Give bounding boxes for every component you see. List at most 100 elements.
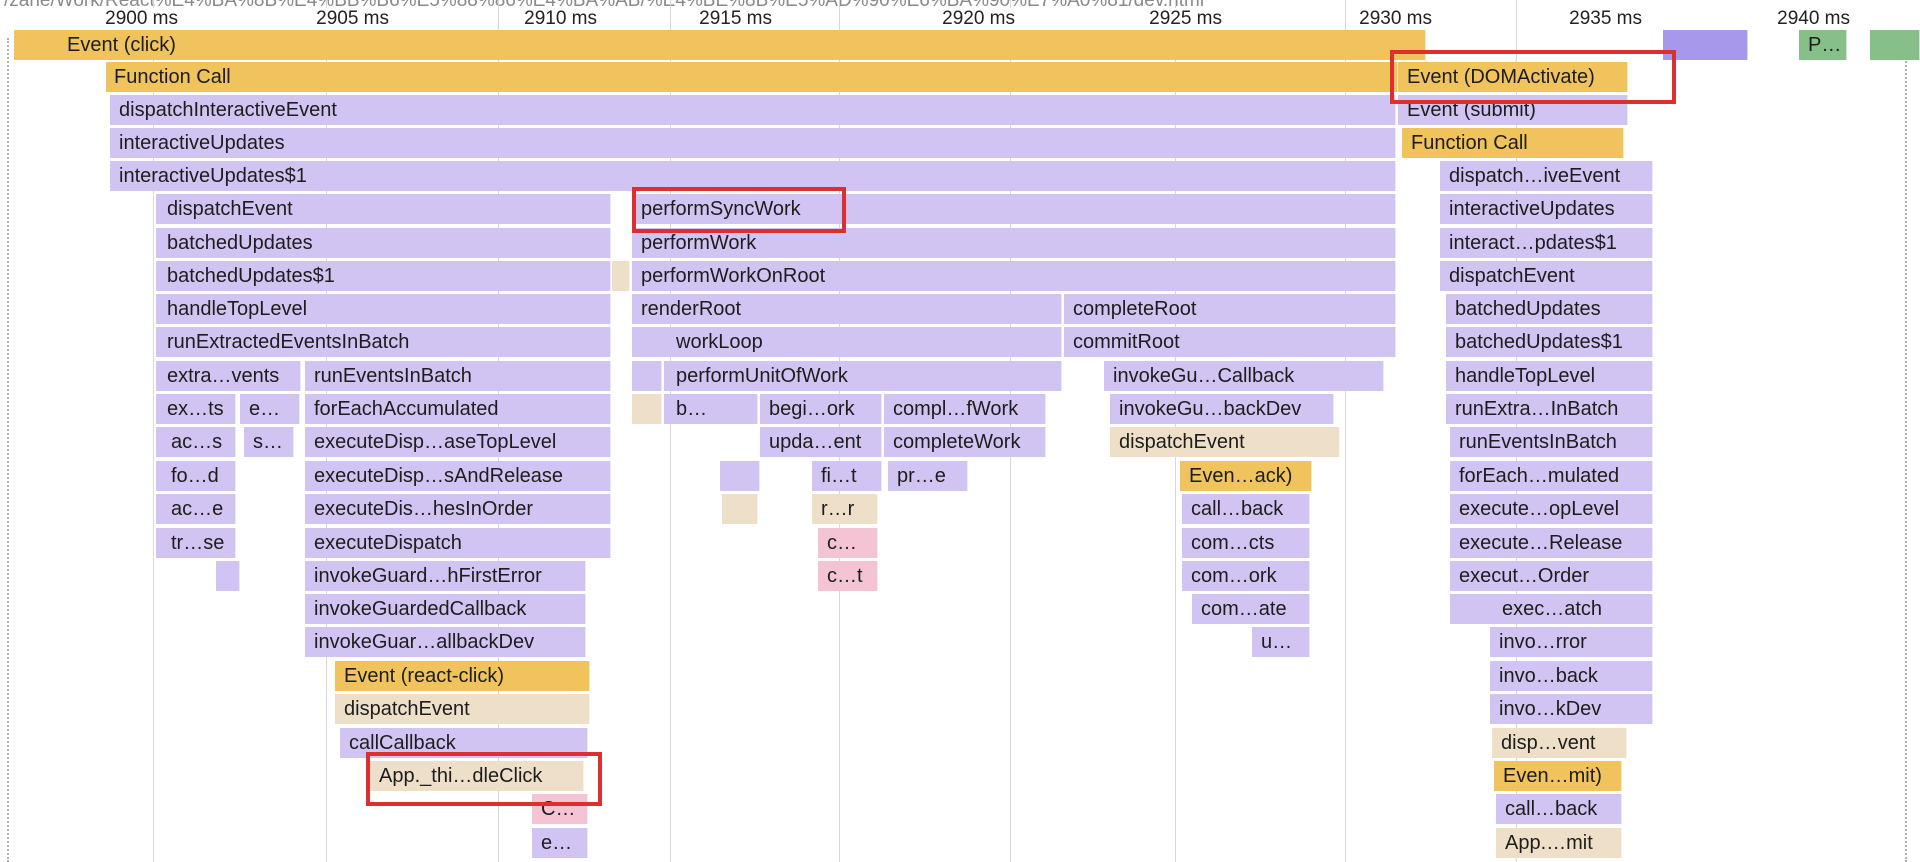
flame-entry[interactable]: interactiveUpdates xyxy=(1440,194,1653,224)
flame-entry[interactable]: invo…kDev xyxy=(1490,694,1653,724)
flame-entry[interactable]: executeDis…hesInOrder xyxy=(305,494,611,524)
flame-entry[interactable]: completeWork xyxy=(884,427,1046,457)
flame-entry[interactable]: commitRoot xyxy=(1064,327,1396,357)
flame-entry[interactable]: c…t xyxy=(818,561,878,591)
flame-entry[interactable]: P… xyxy=(1799,30,1847,60)
flame-entry[interactable]: dispatchEvent xyxy=(335,694,590,724)
flame-entry[interactable]: runExtractedEventsInBatch xyxy=(156,327,611,357)
flame-entry[interactable]: r…r xyxy=(812,494,878,524)
flame-entry[interactable]: com…ork xyxy=(1182,561,1310,591)
flame-entry[interactable]: runEventsInBatch xyxy=(1450,427,1653,457)
flame-entry[interactable]: Event (DOMActivate) xyxy=(1398,62,1628,92)
flame-entry[interactable]: completeRoot xyxy=(1064,294,1396,324)
flame-entry[interactable]: handleTopLevel xyxy=(156,294,611,324)
flame-entry[interactable]: execut…Order xyxy=(1450,561,1653,591)
tick-label: 2920 ms xyxy=(938,8,1015,30)
flame-entry[interactable]: batchedUpdates xyxy=(156,228,611,258)
flame-entry[interactable]: executeDisp…sAndRelease xyxy=(305,461,611,491)
flame-entry[interactable]: App.…mit xyxy=(1496,828,1622,858)
flame-entry[interactable]: runExtra…InBatch xyxy=(1446,394,1653,424)
flame-entry[interactable]: e… xyxy=(240,394,300,424)
flame-entry-block[interactable] xyxy=(1870,30,1920,60)
flame-entry[interactable]: executeDisp…aseTopLevel xyxy=(305,427,611,457)
flame-entry[interactable]: compl…fWork xyxy=(884,394,1046,424)
flame-entry[interactable]: executeDispatch xyxy=(305,528,611,558)
flame-entry[interactable]: handleTopLevel xyxy=(1446,361,1653,391)
flame-entry[interactable]: s… xyxy=(244,427,294,457)
flame-entry[interactable]: performUnitOfWork xyxy=(664,361,1062,391)
flame-entry[interactable]: fi…t xyxy=(812,461,882,491)
flame-entry[interactable]: interactiveUpdates$1 xyxy=(110,161,1396,191)
flame-entry[interactable]: upda…ent xyxy=(760,427,882,457)
flame-entry[interactable]: dispatchEvent xyxy=(1110,427,1340,457)
flame-entry-block[interactable] xyxy=(612,261,630,291)
flame-entry-block[interactable] xyxy=(216,561,240,591)
flame-entry[interactable]: performSyncWork xyxy=(632,194,1396,224)
flame-entry[interactable]: invo…rror xyxy=(1490,627,1653,657)
flame-entry[interactable]: call…back xyxy=(1496,794,1622,824)
tick-label: 2900 ms xyxy=(101,8,178,30)
flame-entry[interactable]: batchedUpdates$1 xyxy=(1446,327,1653,357)
flame-entry[interactable]: forEachAccumulated xyxy=(305,394,611,424)
flame-entry[interactable]: invokeGuar…allbackDev xyxy=(305,627,586,657)
flame-entry[interactable]: disp…vent xyxy=(1492,728,1627,758)
flame-entry[interactable]: performWorkOnRoot xyxy=(632,261,1396,291)
flame-entry-block[interactable] xyxy=(720,461,760,491)
flame-entry[interactable]: interact…pdates$1 xyxy=(1440,228,1653,258)
flame-entry[interactable]: renderRoot xyxy=(632,294,1062,324)
flame-entry[interactable]: u… xyxy=(1252,627,1310,657)
flame-entry[interactable]: c… xyxy=(818,528,878,558)
flame-entry[interactable]: execute…opLevel xyxy=(1450,494,1653,524)
flame-entry[interactable]: Function Call xyxy=(106,62,1398,92)
flame-entry-block[interactable] xyxy=(722,494,758,524)
flame-entry[interactable]: ex…ts xyxy=(156,394,236,424)
flame-entry[interactable]: Even…mit) xyxy=(1494,761,1622,791)
flame-entry[interactable]: exec…atch xyxy=(1450,594,1653,624)
flame-entry[interactable]: callCallback xyxy=(340,728,588,758)
tick-label: 2935 ms xyxy=(1565,8,1642,30)
flame-entry[interactable]: pr…e xyxy=(888,461,968,491)
flame-entry[interactable]: execute…Release xyxy=(1450,528,1653,558)
flame-entry[interactable]: dispatchInteractiveEvent xyxy=(110,95,1396,125)
flame-entry[interactable]: App._thi…dleClick xyxy=(370,761,584,791)
tick-label: 2905 ms xyxy=(312,8,389,30)
flame-entry[interactable]: invokeGu…backDev xyxy=(1110,394,1334,424)
flame-entry[interactable]: C… xyxy=(532,794,588,824)
flame-entry[interactable]: Function Call xyxy=(1402,128,1624,158)
flame-entry[interactable]: performWork xyxy=(632,228,1396,258)
flame-entry[interactable]: invokeGuardedCallback xyxy=(305,594,586,624)
tick-label: 2910 ms xyxy=(520,8,597,30)
flame-entry[interactable]: b… xyxy=(664,394,758,424)
frame-boundary xyxy=(1905,38,1907,862)
flame-entry[interactable]: dispatchEvent xyxy=(1440,261,1653,291)
time-ruler: 2900 ms 2905 ms 2910 ms 2915 ms 2920 ms … xyxy=(0,0,1920,862)
flame-entry[interactable]: dispatchEvent xyxy=(156,194,611,224)
flame-entry[interactable]: invokeGu…Callback xyxy=(1104,361,1384,391)
flame-entry[interactable]: batchedUpdates$1 xyxy=(156,261,611,291)
flame-entry[interactable]: Event (submit) xyxy=(1398,95,1628,125)
flame-entry[interactable]: com…ate xyxy=(1192,594,1310,624)
flame-entry[interactable]: e… xyxy=(532,828,588,858)
flame-entry[interactable]: forEach…mulated xyxy=(1450,461,1653,491)
flame-entry-block[interactable] xyxy=(632,394,662,424)
flame-entry[interactable]: ac…s xyxy=(156,427,236,457)
flame-entry[interactable]: workLoop xyxy=(632,327,1062,357)
flame-entry[interactable]: interactiveUpdates xyxy=(110,128,1396,158)
flame-entry[interactable]: Event (react-click) xyxy=(335,661,590,691)
flame-entry-block[interactable] xyxy=(632,361,662,391)
flame-entry-block[interactable] xyxy=(1663,30,1748,60)
flame-entry[interactable]: invo…back xyxy=(1490,661,1653,691)
flame-entry[interactable]: Even…ack) xyxy=(1180,461,1312,491)
flame-entry[interactable]: tr…se xyxy=(156,528,236,558)
flame-entry[interactable]: invokeGuard…hFirstError xyxy=(305,561,586,591)
flame-entry[interactable]: begi…ork xyxy=(760,394,882,424)
flame-entry[interactable]: dispatch…iveEvent xyxy=(1440,161,1653,191)
flame-entry[interactable]: fo…d xyxy=(156,461,236,491)
flame-entry[interactable]: runEventsInBatch xyxy=(305,361,611,391)
flame-entry[interactable]: ac…e xyxy=(156,494,236,524)
flame-entry[interactable]: call…back xyxy=(1182,494,1310,524)
flame-entry[interactable]: batchedUpdates xyxy=(1446,294,1653,324)
flame-entry[interactable]: Event (click) xyxy=(14,30,1426,60)
flame-entry[interactable]: com…cts xyxy=(1182,528,1310,558)
flame-entry[interactable]: extra…vents xyxy=(156,361,301,391)
